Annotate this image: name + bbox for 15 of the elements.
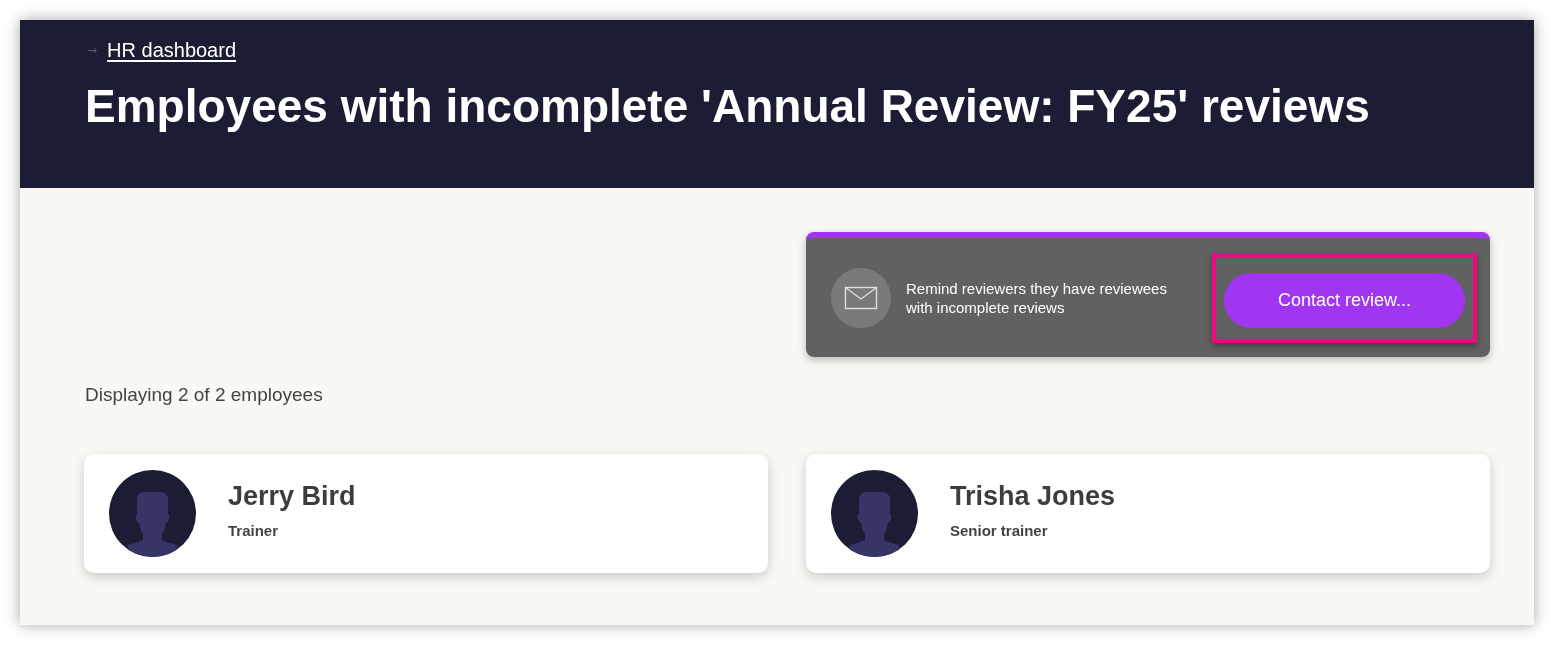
page-title: Employees with incomplete 'Annual Review: FY25' reviews xyxy=(85,79,1371,134)
employee-card[interactable]: Jerry Bird Trainer xyxy=(84,454,768,573)
employee-count: Displaying 2 of 2 employees xyxy=(85,383,324,407)
employee-role: Trainer xyxy=(228,521,280,540)
employee-name: Trisha Jones xyxy=(950,479,1116,512)
contact-button[interactable]: Contact review... xyxy=(1224,272,1465,328)
avatar-icon xyxy=(109,470,196,557)
envelope-icon xyxy=(831,267,891,328)
employee-card[interactable]: Trisha Jones Senior trainer xyxy=(806,454,1490,573)
avatar-icon xyxy=(831,470,918,557)
breadcrumb-link[interactable]: HR dashboard xyxy=(107,38,237,62)
reminder-message: Remind reviewers they have reviewees with incomplete reviews xyxy=(906,278,1168,317)
employee-name: Jerry Bird xyxy=(228,479,356,512)
employee-role: Senior trainer xyxy=(950,521,1049,540)
breadcrumb-arrow: → xyxy=(86,43,98,57)
